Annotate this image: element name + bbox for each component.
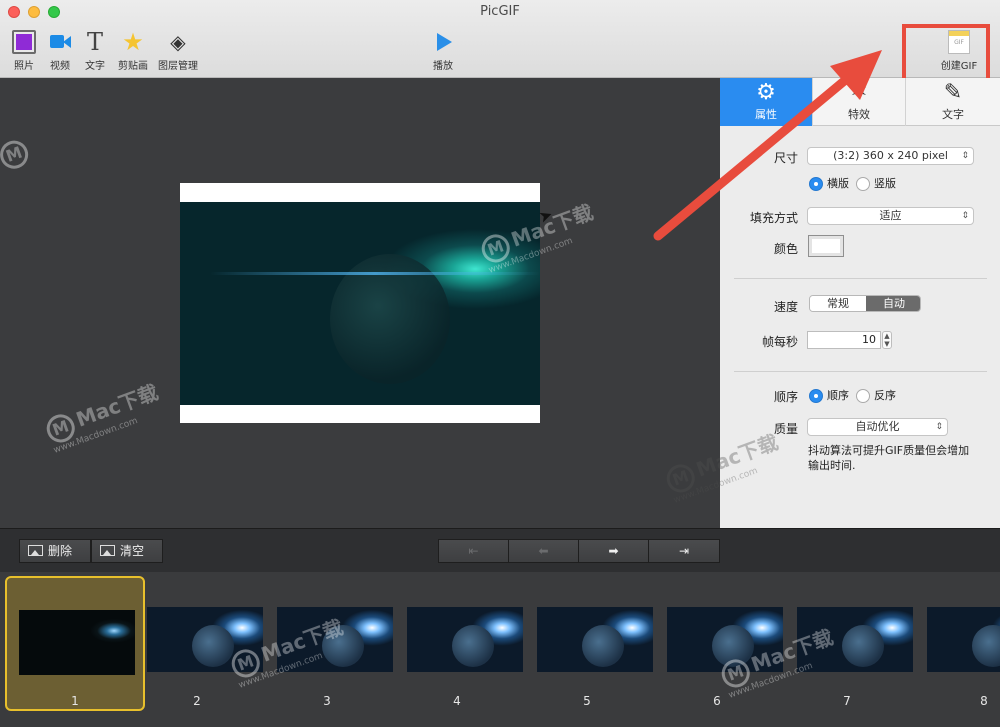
fill-label: 填充方式 [749, 211, 798, 225]
window-title: PicGIF [480, 4, 520, 19]
frame-number: 8 [980, 694, 988, 708]
chevron-updown-icon: ⇕ [935, 422, 943, 432]
frame-number: 5 [583, 694, 591, 708]
panel-tabs: ⚙ 属性 ✶ 特效 ✎ 文字 [720, 78, 1000, 126]
image-icon [28, 545, 43, 556]
order-forward-label: 顺序 [827, 389, 849, 402]
divider [734, 278, 987, 279]
divider [734, 371, 987, 372]
order-forward-radio[interactable]: 顺序 [809, 387, 849, 403]
quality-label: 质量 [773, 422, 798, 436]
order-label: 顺序 [773, 390, 798, 404]
frame-thumbnail[interactable]: 8 [919, 576, 1000, 711]
frame-thumbnail[interactable]: 6 [659, 576, 799, 711]
toolbar-play-button[interactable]: 播放 [417, 30, 469, 72]
landscape-radio[interactable]: 横版 [809, 175, 849, 191]
fps-input[interactable]: 10 [807, 331, 881, 349]
frame-thumbnail[interactable]: 2 [139, 576, 279, 711]
toolbar-play-label: 播放 [433, 61, 453, 72]
frame-number: 2 [193, 694, 201, 708]
layers-icon: ◈ [170, 30, 186, 54]
quality-select-value: 自动优化 [855, 420, 900, 433]
frame-number: 7 [843, 694, 851, 708]
color-well[interactable] [808, 235, 844, 257]
frame-image [927, 607, 1000, 672]
clipart-star-icon: ★ [122, 28, 144, 56]
tab-properties[interactable]: ⚙ 属性 [720, 78, 813, 126]
frame-image [147, 607, 263, 672]
previous-frame-icon[interactable]: ⬅ [509, 540, 579, 562]
radio-unselected-icon [856, 389, 870, 403]
delete-frame-button[interactable]: 删除 [19, 539, 91, 563]
frame-image [537, 607, 653, 672]
tab-effects[interactable]: ✶ 特效 [813, 78, 906, 126]
image-icon [100, 545, 115, 556]
magic-wand-icon: ✶ [849, 80, 869, 105]
chevron-updown-icon: ⇕ [961, 211, 969, 221]
clear-frames-button[interactable]: 清空 [91, 539, 163, 563]
fps-stepper[interactable]: ▲ ▼ [882, 331, 892, 349]
frame-thumbnail[interactable]: 7 [789, 576, 929, 711]
first-frame-icon[interactable]: ⇤ [439, 540, 509, 562]
frame-thumbnail[interactable]: 3 [269, 576, 409, 711]
toolbar-layers-button[interactable]: ◈ 图层管理 [152, 30, 204, 72]
frame-number: 6 [713, 694, 721, 708]
frame-thumbnail[interactable]: 5 [529, 576, 669, 711]
tab-properties-label: 属性 [755, 108, 777, 121]
frame-thumbnail[interactable]: 4 [399, 576, 539, 711]
planet-shape [330, 254, 450, 384]
canvas-area[interactable] [0, 78, 720, 528]
next-frame-icon[interactable]: ➡ [579, 540, 649, 562]
play-icon [431, 30, 455, 54]
speed-auto-option[interactable]: 自动 [866, 296, 920, 311]
radio-unselected-icon [856, 177, 870, 191]
tab-text-label: 文字 [942, 108, 964, 121]
fill-select[interactable]: 适应 ⇕ [807, 207, 974, 225]
clear-label: 清空 [120, 544, 145, 558]
frame-image [797, 607, 913, 672]
frame-navigation: ⇤ ⬅ ➡ ⇥ [438, 539, 720, 563]
speed-segmented-control[interactable]: 常规 自动 [809, 295, 921, 312]
size-label: 尺寸 [773, 151, 798, 165]
frame-number: 3 [323, 694, 331, 708]
last-frame-icon[interactable]: ⇥ [649, 540, 719, 562]
frame-image [19, 610, 135, 675]
gear-icon: ⚙ [756, 80, 776, 105]
portrait-label: 竖版 [874, 177, 896, 190]
frame-image [407, 607, 523, 672]
photo-icon [12, 30, 36, 54]
order-reverse-radio[interactable]: 反序 [856, 387, 896, 403]
text-icon: T [86, 28, 103, 56]
quality-select[interactable]: 自动优化 ⇕ [807, 418, 948, 436]
chevron-updown-icon: ⇕ [961, 151, 969, 161]
quality-hint-text: 抖动算法可提升GIF质量但会增加输出时间. [808, 444, 970, 472]
size-select-value: (3:2) 360 x 240 pixel [833, 149, 948, 162]
title-toolbar: PicGIF 照片 视频 T 文字 ★ 剪贴画 ◈ 图层管理 播放 GIF 创建… [0, 0, 1000, 78]
frame-number: 1 [71, 694, 79, 708]
speed-label: 速度 [773, 300, 798, 314]
create-gif-highlight [902, 24, 990, 84]
speed-normal-option[interactable]: 常规 [810, 296, 866, 311]
toolbar-layers-label: 图层管理 [158, 61, 198, 72]
gif-preview[interactable] [180, 183, 540, 423]
portrait-radio[interactable]: 竖版 [856, 175, 896, 191]
edit-text-icon: ✎ [943, 80, 963, 105]
frame-number: 4 [453, 694, 461, 708]
order-reverse-label: 反序 [874, 389, 896, 402]
fill-select-value: 适应 [879, 209, 902, 222]
radio-selected-icon [809, 389, 823, 403]
radio-selected-icon [809, 177, 823, 191]
frame-thumbnail[interactable]: 1 [5, 576, 145, 711]
preview-image [180, 202, 540, 405]
frame-image [667, 607, 783, 672]
color-label: 颜色 [773, 242, 798, 256]
tab-effects-label: 特效 [848, 108, 870, 121]
size-select[interactable]: (3:2) 360 x 240 pixel ⇕ [807, 147, 974, 165]
delete-label: 删除 [48, 544, 73, 558]
tab-text[interactable]: ✎ 文字 [906, 78, 1000, 126]
frame-image [277, 607, 393, 672]
landscape-label: 横版 [827, 177, 849, 190]
fps-label: 帧每秒 [761, 335, 798, 349]
